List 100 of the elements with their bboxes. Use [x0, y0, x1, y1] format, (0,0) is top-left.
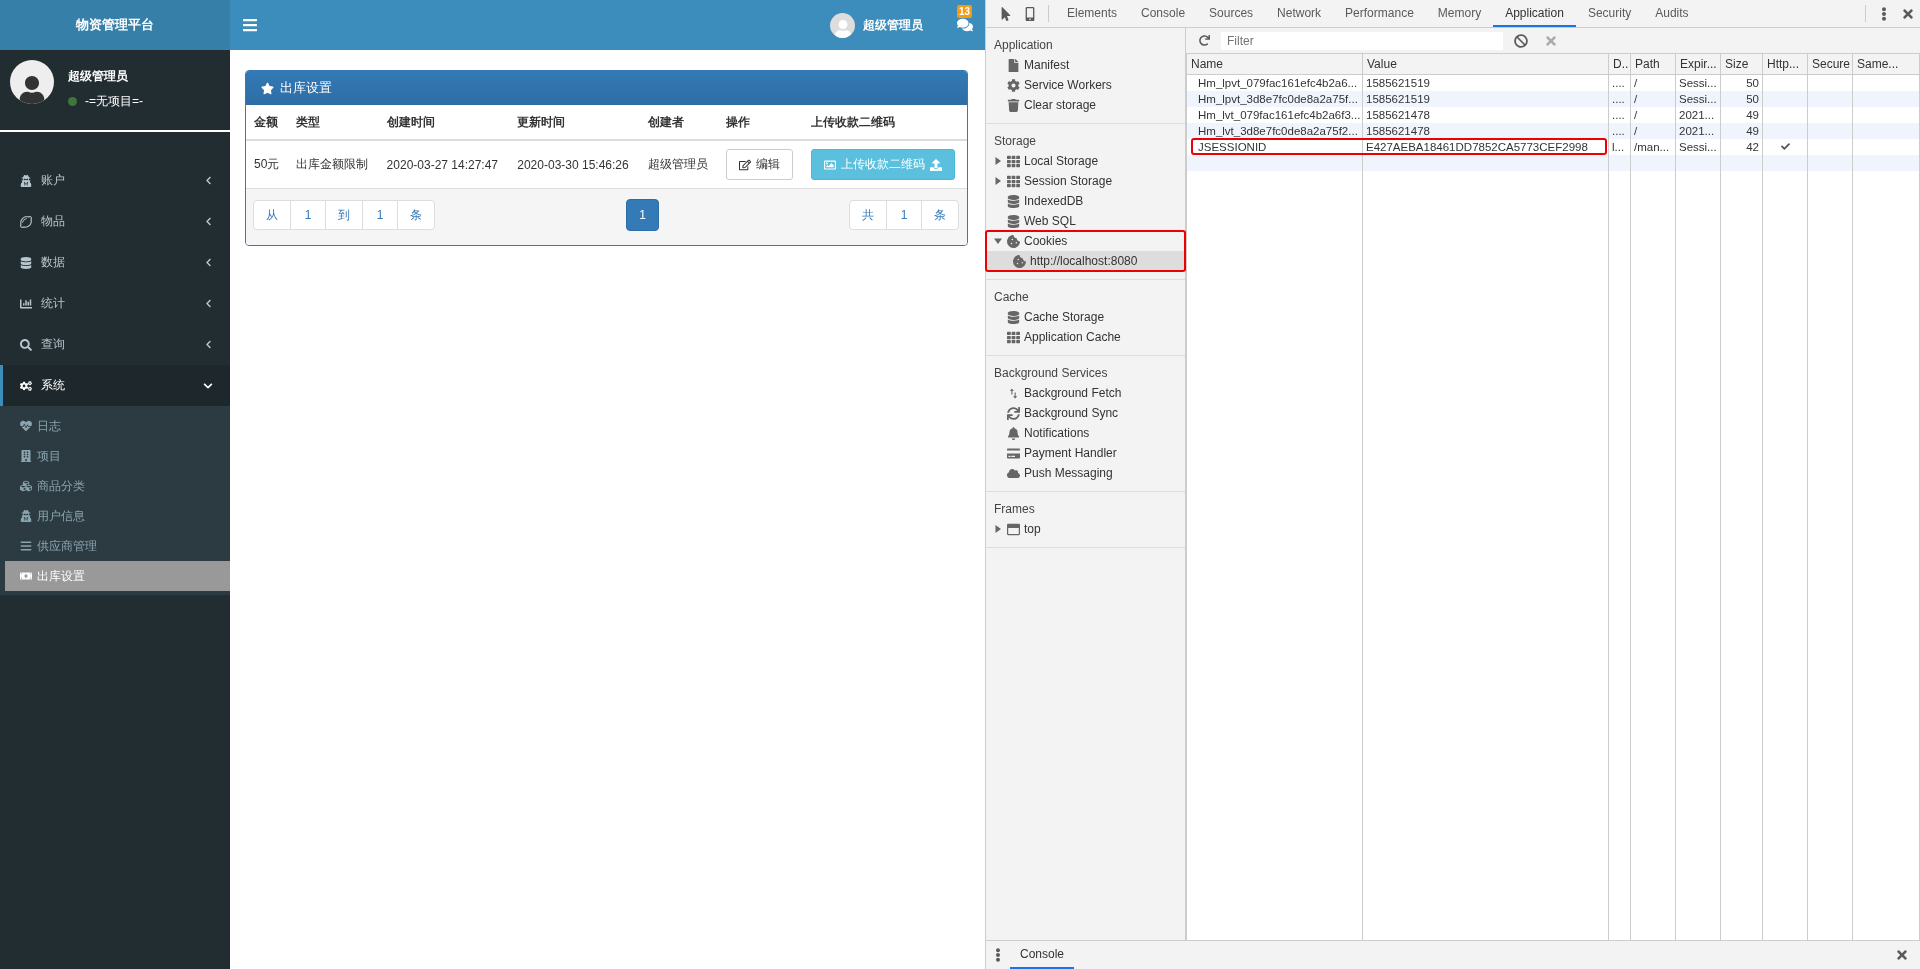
- pagination-info[interactable]: 从: [253, 200, 291, 230]
- panel-title: 出库设置: [280, 79, 332, 97]
- pagination-info[interactable]: 条: [921, 200, 959, 230]
- submenu-item[interactable]: 商品分类: [5, 471, 230, 501]
- chevron-left-icon: [204, 340, 213, 349]
- devtools-tab[interactable]: Security: [1575, 0, 1644, 27]
- column-header: 创建者: [639, 105, 718, 140]
- collapsed-arrow-icon[interactable]: [994, 177, 1002, 185]
- table-cell: /: [1634, 77, 1638, 89]
- tree-item[interactable]: Notifications: [1024, 426, 1090, 440]
- table-cell: 49: [1746, 125, 1759, 137]
- user-avatar: [10, 60, 54, 104]
- cookie-name: JSESSIONID: [1197, 141, 1267, 153]
- devtools-tab[interactable]: Sources: [1197, 0, 1266, 27]
- column-header[interactable]: Expir...: [1675, 54, 1721, 75]
- column-header[interactable]: Secure: [1807, 54, 1853, 75]
- table-cell: /: [1634, 125, 1638, 137]
- tree-item[interactable]: Push Messaging: [1024, 466, 1113, 480]
- table-cell: l...: [1612, 141, 1625, 153]
- table-cell: /: [1634, 109, 1638, 121]
- devtools-tab[interactable]: Memory: [1425, 0, 1494, 27]
- tree-item[interactable]: Cookies: [1024, 234, 1068, 248]
- tree-item[interactable]: Manifest: [1024, 58, 1070, 72]
- table-cell: ....: [1612, 77, 1625, 89]
- devtools-tab[interactable]: Audits: [1643, 0, 1701, 27]
- app-logo[interactable]: 物资管理平台: [0, 0, 230, 50]
- image-icon: [823, 158, 836, 171]
- tree-item[interactable]: Background Sync: [1024, 406, 1119, 420]
- table-cell: ....: [1612, 93, 1625, 105]
- pagination-info[interactable]: 到: [325, 200, 363, 230]
- drawer-tab[interactable]: Console: [1010, 941, 1075, 969]
- submenu-item[interactable]: 项目: [5, 441, 230, 471]
- devtools-tab[interactable]: Performance: [1333, 0, 1426, 27]
- user-name: 超级管理员: [68, 68, 129, 85]
- menu-item[interactable]: 系统: [0, 365, 230, 406]
- table-cell: E427AEBA18461DD7852CA5773CEF2998: [1366, 141, 1588, 153]
- submenu-item[interactable]: 供应商管理: [5, 531, 230, 561]
- column-header[interactable]: Size: [1720, 54, 1763, 75]
- tree-item[interactable]: Background Fetch: [1024, 386, 1122, 400]
- menu-item[interactable]: 物品: [0, 201, 230, 242]
- table-cell: /: [1634, 93, 1638, 105]
- column-header[interactable]: D..: [1608, 54, 1631, 75]
- column-header[interactable]: Path: [1630, 54, 1676, 75]
- section-title: Application: [993, 37, 1054, 54]
- tree-item[interactable]: Session Storage: [1024, 174, 1113, 188]
- table-cell: 1585621519: [1366, 77, 1430, 89]
- table-cell: /man...: [1634, 141, 1670, 153]
- table-cell: 49: [1746, 109, 1759, 121]
- tree-item[interactable]: Application Cache: [1024, 330, 1121, 344]
- cookie-name: Hm_lpvt_3d8e7fc0de8a2a75f...: [1197, 93, 1358, 105]
- table-cell: 2021...: [1679, 125, 1715, 137]
- table-cell: 2020-03-30 15:46:26: [509, 140, 640, 189]
- cookie-icon: [1012, 254, 1026, 268]
- submenu-item[interactable]: 用户信息: [5, 501, 230, 531]
- table-cell: Sessi...: [1679, 77, 1717, 89]
- column-header[interactable]: Name: [1186, 54, 1363, 75]
- tree-item[interactable]: Cache Storage: [1024, 310, 1105, 324]
- table-cell: Sessi...: [1679, 93, 1717, 105]
- pagination-info[interactable]: 1: [362, 200, 398, 230]
- user-menu[interactable]: 超级管理员: [830, 12, 923, 38]
- column-header: 类型: [288, 105, 379, 140]
- page-button[interactable]: 1: [626, 199, 659, 231]
- filter-field[interactable]: Filter: [1221, 31, 1503, 50]
- tree-item[interactable]: IndexedDB: [1024, 194, 1084, 208]
- expanded-arrow-icon[interactable]: [994, 237, 1002, 245]
- column-header: 金额: [246, 105, 289, 140]
- star-icon: [261, 81, 274, 95]
- column-header[interactable]: Same...: [1852, 54, 1920, 75]
- tree-item[interactable]: Local Storage: [1024, 154, 1099, 168]
- column-header[interactable]: Value: [1362, 54, 1609, 75]
- section-title: Frames: [993, 501, 1036, 518]
- collapsed-arrow-icon[interactable]: [994, 525, 1002, 533]
- devtools-tab[interactable]: Console: [1129, 0, 1198, 27]
- pagination-info[interactable]: 1: [290, 200, 326, 230]
- menu-item[interactable]: 统计: [0, 283, 230, 324]
- edit-button[interactable]: 编辑: [725, 149, 793, 180]
- tree-item[interactable]: Service Workers: [1024, 78, 1112, 92]
- user-avatar: [830, 12, 855, 38]
- column-header: 创建时间: [378, 105, 510, 140]
- messages-icon[interactable]: [957, 17, 973, 33]
- menu-item[interactable]: 数据: [0, 242, 230, 283]
- online-status-dot: [68, 97, 77, 106]
- menu-item[interactable]: 账户: [0, 160, 230, 201]
- collapsed-arrow-icon[interactable]: [994, 157, 1002, 165]
- devtools-tab[interactable]: Elements: [1055, 0, 1130, 27]
- devtools-tab[interactable]: Network: [1265, 0, 1334, 27]
- chevron-left-icon: [204, 176, 213, 185]
- pagination-info[interactable]: 1: [886, 200, 922, 230]
- section-title: Cache: [993, 289, 1030, 306]
- user-status: -=无项目=-: [85, 93, 143, 110]
- menu-item[interactable]: 查询: [0, 324, 230, 365]
- tree-item[interactable]: top: [1024, 522, 1041, 536]
- tree-item[interactable]: Clear storage: [1024, 98, 1097, 112]
- submenu-item[interactable]: 日志: [5, 411, 230, 441]
- pagination-info[interactable]: 共: [849, 200, 887, 230]
- pagination-info[interactable]: 条: [397, 200, 435, 230]
- tree-item[interactable]: http://localhost:8080: [986, 251, 1185, 271]
- column-header[interactable]: Http...: [1762, 54, 1808, 75]
- tree-item[interactable]: Payment Handler: [1024, 446, 1117, 460]
- tree-item[interactable]: Web SQL: [1024, 214, 1076, 228]
